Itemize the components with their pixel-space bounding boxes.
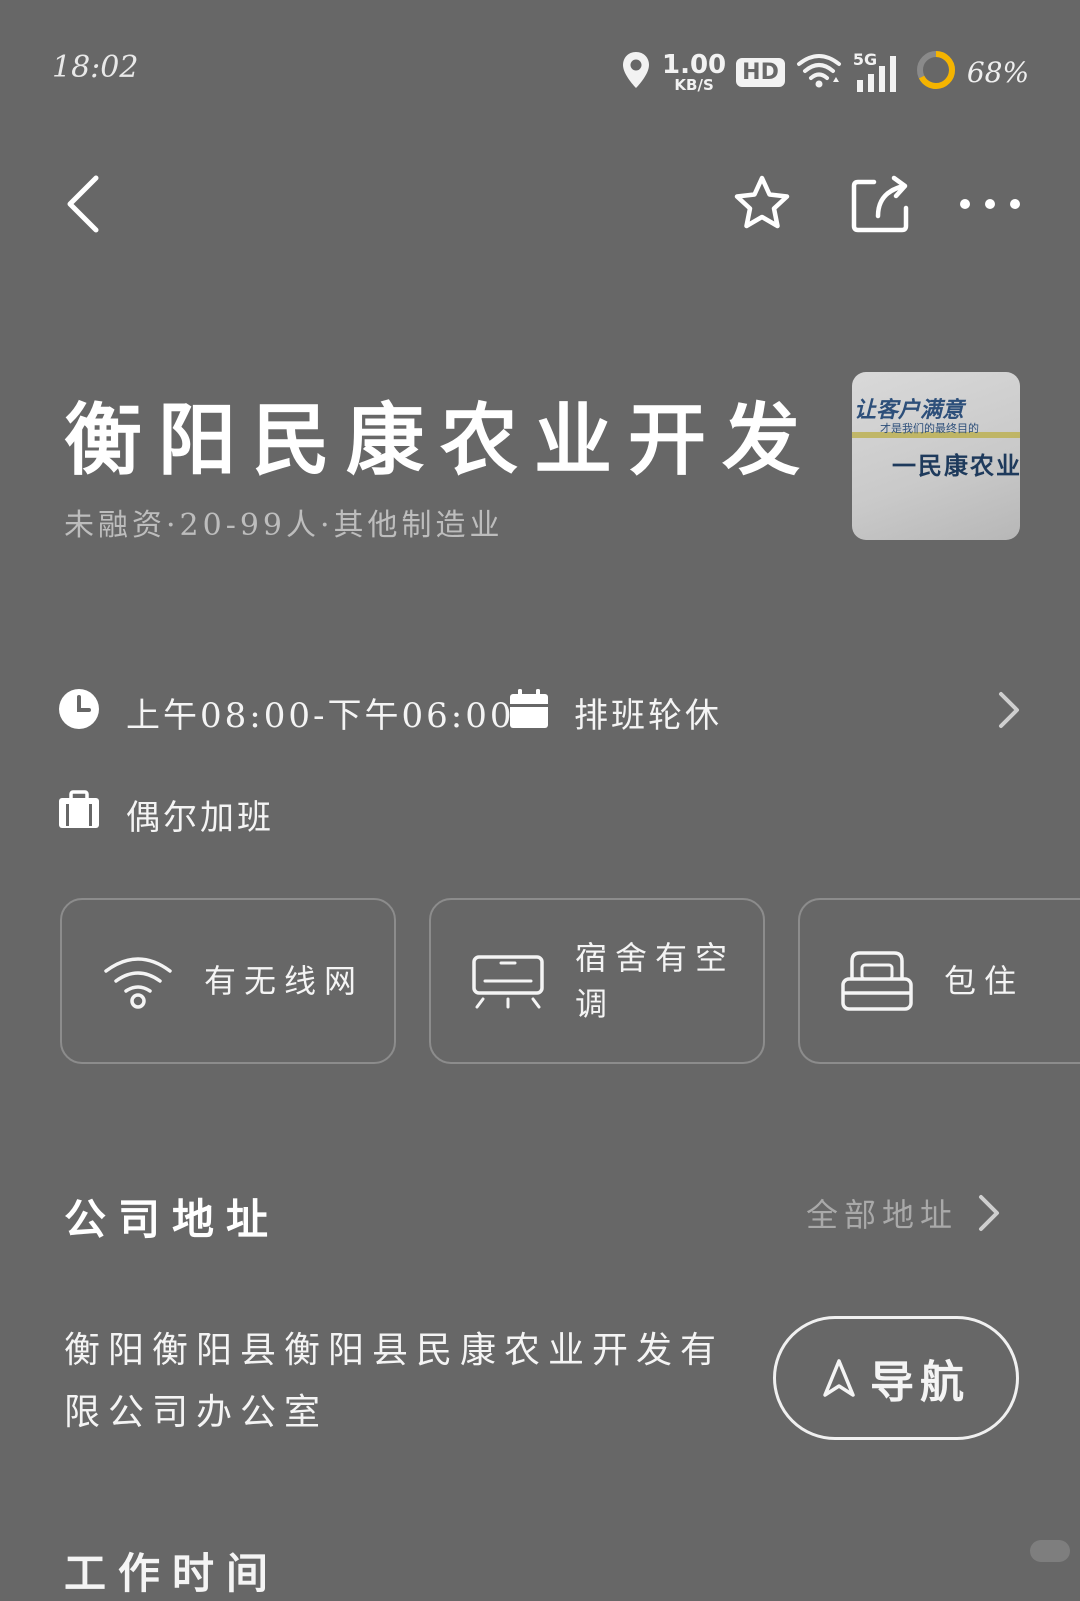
bed-icon [841,951,913,1011]
all-address-link[interactable]: 全部地址 [806,1190,1002,1236]
chevron-right-icon [979,1195,1000,1231]
benefit-card-housing[interactable]: 包住 [798,898,1080,1064]
benefit-label: 有无线网 [204,961,365,1000]
benefit-card-wifi[interactable]: 有无线网 [60,898,396,1064]
battery-percent: 68% [966,55,1030,89]
schedule-text: 排班轮休 [574,696,722,736]
share-icon [851,175,909,233]
next-section-title: 工作时间 [64,1549,281,1598]
address-text: 衡阳衡阳县衡阳县民康农业开发有限公司办公室 [64,1330,725,1433]
work-info-chevron[interactable] [996,690,1022,734]
company-name: 衡阳民康农业开发 [64,395,817,486]
company-logo[interactable]: 让客户满意 才是我们的最终目的 一民康农业 [852,372,1020,540]
status-icons: 1.00 KB/S HD 5G 68% [620,44,1040,100]
net-speed: 1.00 KB/S [662,49,727,94]
benefit-card-ac[interactable]: 宿舍有空调 [429,898,765,1064]
share-button[interactable] [848,172,912,236]
status-time: 18:02 [52,50,139,85]
hd-badge: HD [736,57,785,87]
briefcase-icon [58,790,100,834]
wifi-icon [795,50,843,94]
navigate-arrow-icon [823,1359,855,1397]
watermark-badge [1030,1540,1070,1562]
battery-ring-icon [915,49,957,95]
benefit-label: 宿舍有空调 [575,938,736,1023]
favorite-button[interactable] [730,172,794,236]
wifi-icon [104,957,172,1009]
logo-text-line2: 才是我们的最终目的 [880,422,979,435]
back-icon [67,175,99,233]
logo-text-line3: 一民康农业 [892,451,1020,480]
navigate-label: 导航 [870,1357,970,1408]
more-icon [960,199,1020,209]
work-hours: 上午08:00-下午06:00 [126,696,515,736]
signal-icon: 5G [853,50,905,94]
company-meta: 未融资·20-99人·其他制造业 [64,508,504,543]
calendar-icon [508,688,550,734]
clock-icon [58,688,100,734]
benefit-label: 包住 [944,961,1025,1000]
chevron-right-icon [999,692,1019,728]
all-address-label: 全部地址 [806,1196,959,1234]
more-button[interactable] [956,190,1024,218]
overtime-text: 偶尔加班 [126,798,274,838]
location-icon [620,50,652,94]
address-section-title: 公司地址 [64,1195,281,1244]
navigate-button[interactable]: 导航 [773,1316,1019,1440]
back-button[interactable] [60,172,110,236]
star-icon [734,175,790,229]
air-conditioner-icon [472,955,544,1009]
